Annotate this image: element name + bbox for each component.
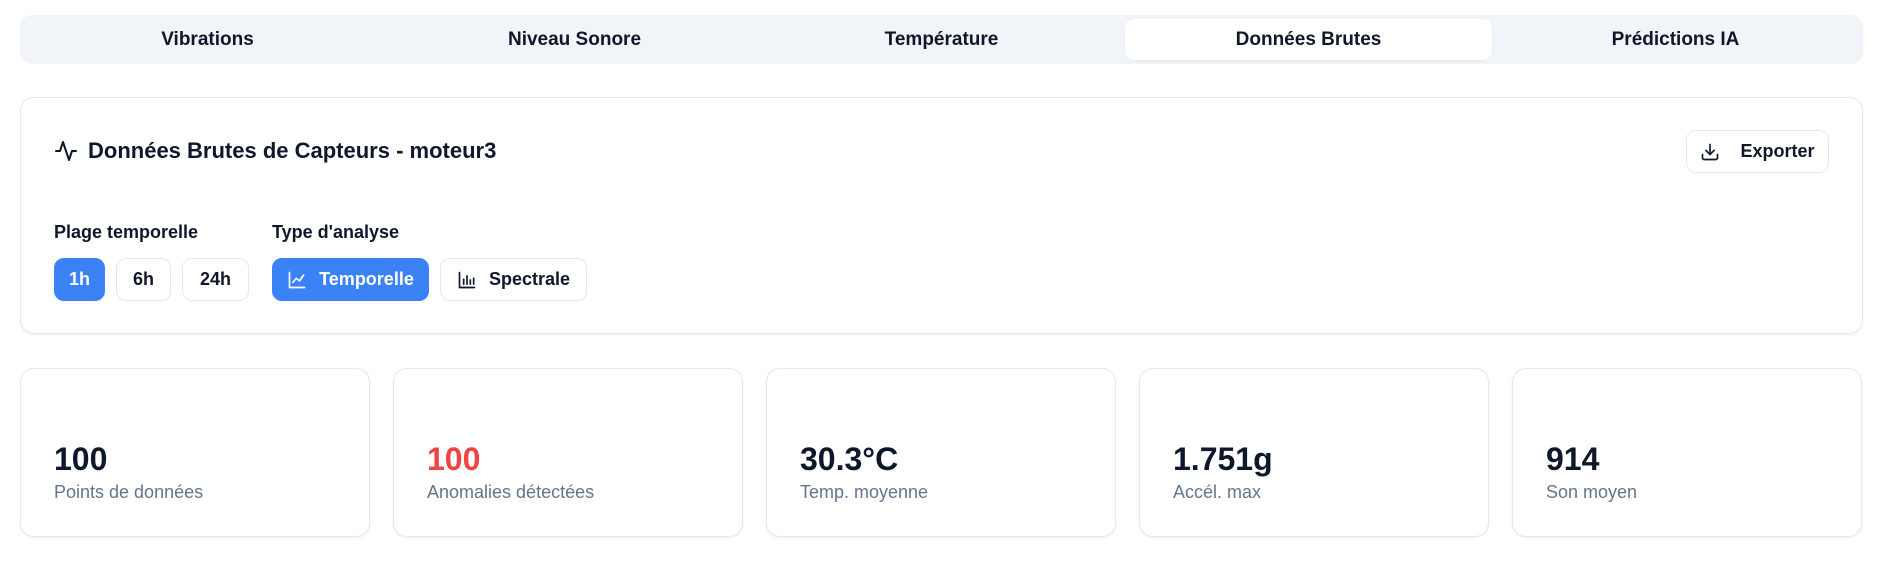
export-label: Exporter [1740, 141, 1815, 161]
stat-label: Son moyen [1546, 482, 1638, 502]
tab-vibrations[interactable]: Vibrations [24, 19, 391, 60]
range-1h-button[interactable]: 1h [54, 258, 105, 301]
range-6h-button[interactable]: 6h [116, 258, 171, 301]
export-button[interactable]: Exporter [1686, 130, 1829, 173]
range-24h-button[interactable]: 24h [182, 258, 249, 301]
stat-card-avg-sound: 914 Son moyen [1512, 368, 1862, 537]
stat-card-max-accel: 1.751g Accél. max [1139, 368, 1489, 537]
tab-bar: Vibrations Niveau Sonore Température Don… [20, 15, 1863, 64]
stat-label: Accél. max [1173, 482, 1262, 502]
stat-card-anomalies: 100 Anomalies détectées [393, 368, 743, 537]
stat-value: 914 [1546, 441, 1600, 477]
spectral-label: Spectrale [488, 269, 571, 289]
stat-card-avg-temp: 30.3°C Temp. moyenne [766, 368, 1116, 537]
stat-card-data-points: 100 Points de données [20, 368, 370, 537]
temporal-label: Temporelle [319, 269, 414, 289]
temporal-analysis-button[interactable]: Temporelle [272, 258, 429, 301]
card-title: Données Brutes de Capteurs - moteur3 [88, 138, 497, 163]
stat-value: 100 [427, 441, 481, 477]
activity-icon [54, 139, 78, 163]
stat-label: Points de données [54, 482, 204, 502]
tab-predictions-ia[interactable]: Prédictions IA [1492, 19, 1859, 60]
card-header: Données Brutes de Capteurs - moteur3 [54, 138, 496, 164]
stat-value: 1.751g [1173, 441, 1273, 477]
tab-temperature[interactable]: Température [758, 19, 1125, 60]
raw-data-card: Données Brutes de Capteurs - moteur3 Exp… [20, 97, 1863, 334]
download-icon [1700, 142, 1720, 162]
stat-value: 30.3°C [800, 441, 899, 477]
stat-value: 100 [54, 441, 108, 477]
tab-niveau-sonore[interactable]: Niveau Sonore [391, 19, 758, 60]
spectral-analysis-button[interactable]: Spectrale [440, 258, 587, 301]
analysis-type-label: Type d'analyse [272, 222, 400, 242]
bar-chart-icon [457, 270, 477, 290]
line-chart-icon [287, 270, 307, 290]
time-range-label: Plage temporelle [54, 222, 199, 242]
stat-label: Anomalies détectées [427, 482, 595, 502]
tab-donnees-brutes[interactable]: Données Brutes [1125, 19, 1492, 60]
stat-label: Temp. moyenne [800, 482, 929, 502]
